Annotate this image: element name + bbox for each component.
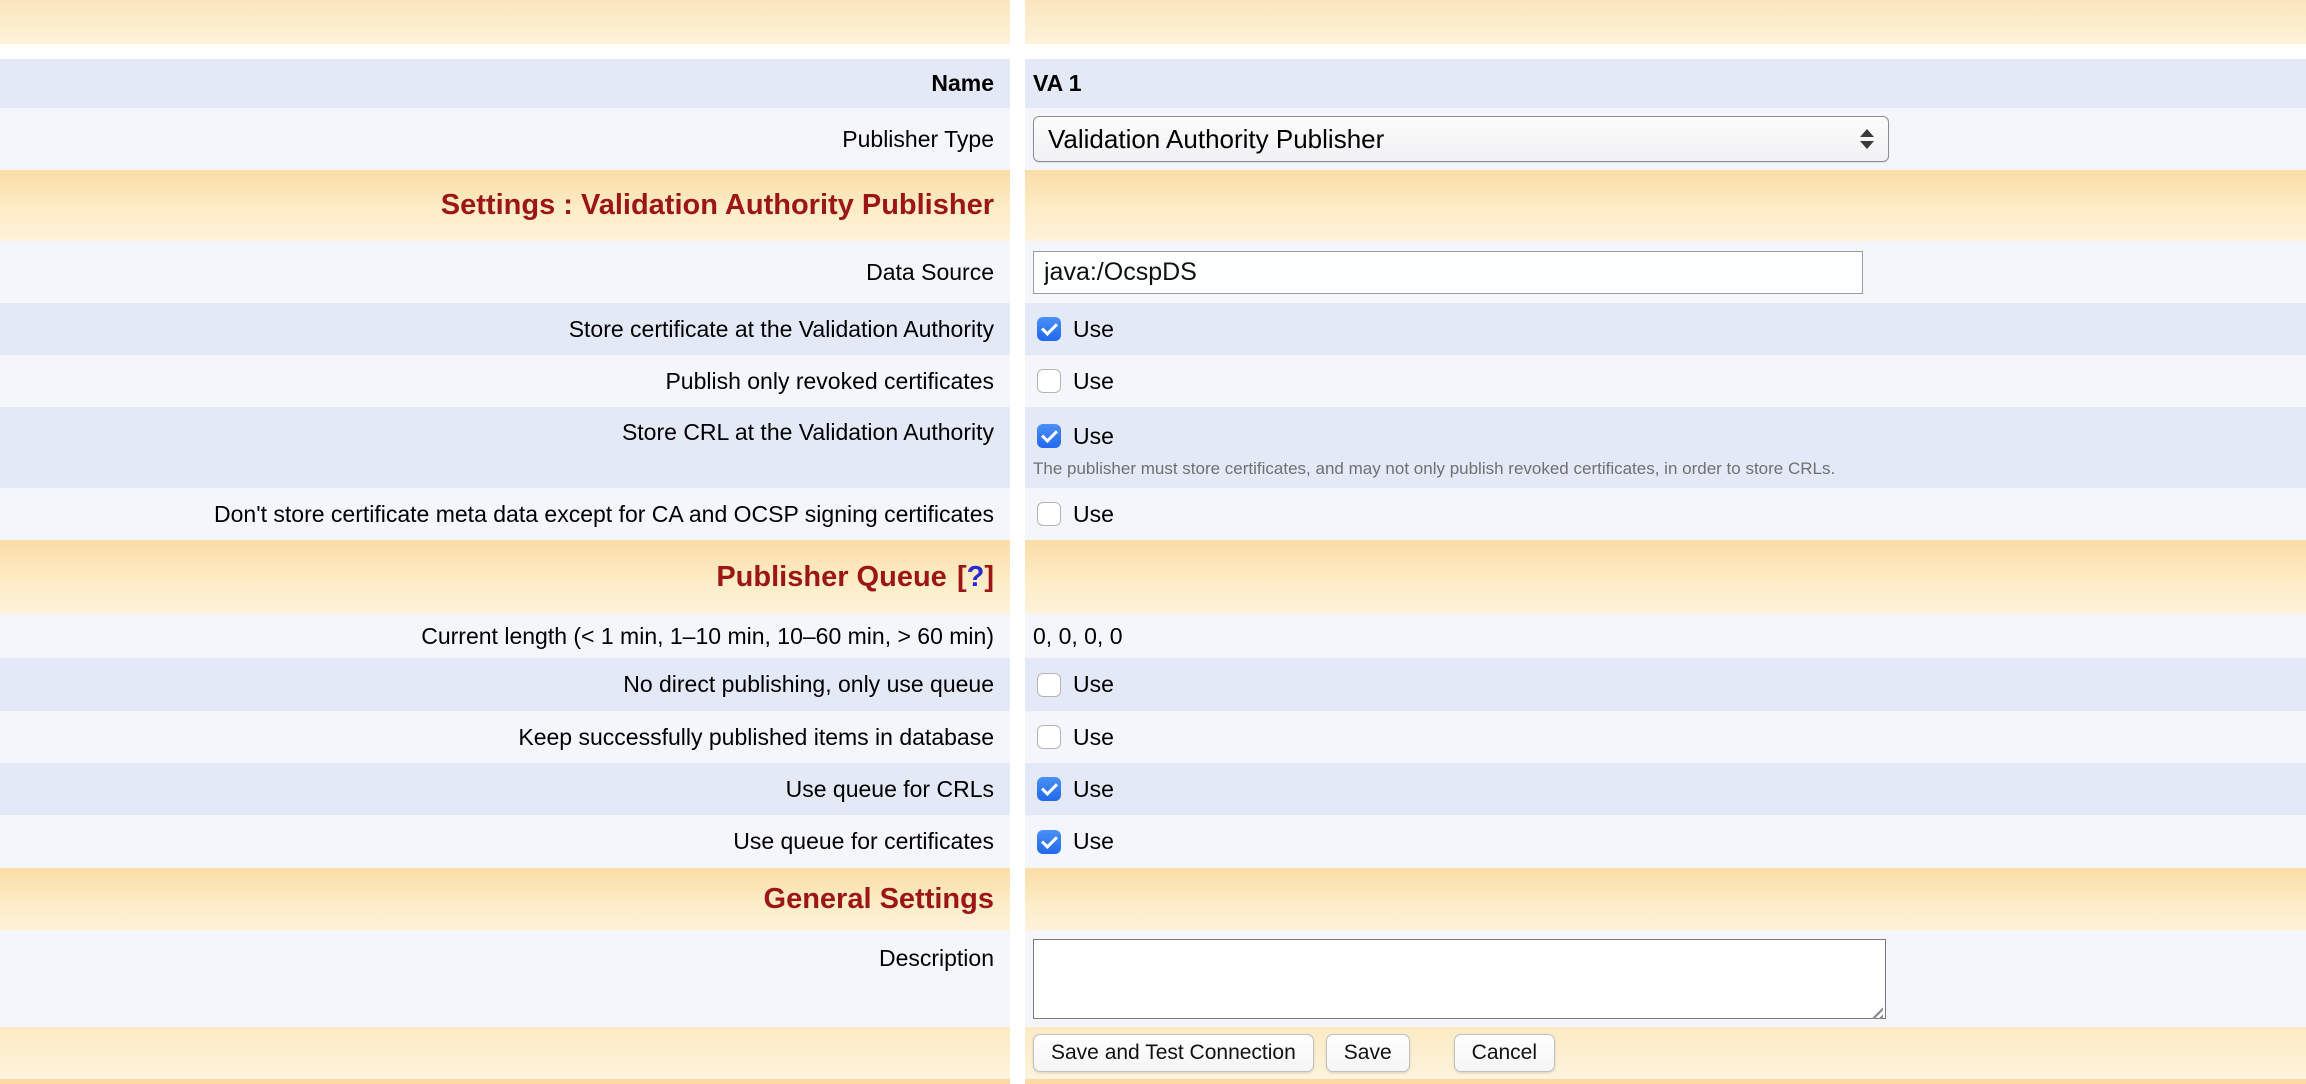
publisher-queue-header-right (1025, 540, 2306, 614)
use-queue-certificates-use-checkbox[interactable] (1037, 830, 1061, 854)
top-band-left (0, 0, 1010, 44)
row-buttons: Save and Test Connection Save Cancel (0, 1027, 2306, 1079)
row-no-direct-publishing: No direct publishing, only use queue Use (0, 658, 2306, 711)
publisher-edit-page: Name VA 1 Publisher Type Validation Auth… (0, 0, 2306, 1084)
help-bracket-close: ] (984, 561, 994, 594)
row-keep-published-items: Keep successfully published items in dat… (0, 711, 2306, 763)
use-queue-certificates-label: Use queue for certificates (0, 815, 1010, 868)
use-queue-crls-label: Use queue for CRLs (0, 763, 1010, 815)
store-certificate-label: Store certificate at the Validation Auth… (0, 303, 1010, 355)
general-settings-header-right (1025, 868, 2306, 931)
store-certificate-use-checkbox[interactable] (1037, 317, 1061, 341)
no-direct-publishing-use-label: Use (1073, 671, 1114, 698)
top-band (0, 0, 2306, 44)
name-value: VA 1 (1025, 59, 2306, 108)
data-source-input[interactable] (1033, 251, 1863, 294)
general-settings-section-title: General Settings (0, 868, 1010, 931)
description-label: Description (0, 931, 1010, 1027)
store-crl-hint: The publisher must store certificates, a… (1033, 459, 1835, 479)
help-bracket-open: [ (957, 561, 967, 594)
row-use-queue-crls: Use queue for CRLs Use (0, 763, 2306, 815)
keep-published-items-label: Keep successfully published items in dat… (0, 711, 1010, 763)
use-queue-certificates-use-label: Use (1073, 828, 1114, 855)
store-crl-use-label: Use (1073, 423, 1114, 450)
row-dont-store-meta: Don't store certificate meta data except… (0, 488, 2306, 540)
use-queue-crls-use-label: Use (1073, 776, 1114, 803)
bottom-band-right (1025, 1079, 2306, 1084)
publisher-queue-help-link[interactable]: ? (967, 561, 985, 594)
publisher-type-label: Publisher Type (0, 108, 1010, 170)
publish-only-revoked-label: Publish only revoked certificates (0, 355, 1010, 407)
publisher-type-selected-value: Validation Authority Publisher (1048, 124, 1384, 155)
row-description: Description (0, 931, 2306, 1027)
save-button[interactable]: Save (1326, 1034, 1410, 1072)
settings-section-header-right (1025, 170, 2306, 241)
bottom-band-left (0, 1079, 1010, 1084)
publisher-type-select[interactable]: Validation Authority Publisher (1033, 116, 1889, 162)
no-direct-publishing-label: No direct publishing, only use queue (0, 658, 1010, 711)
section-header-settings: Settings : Validation Authority Publishe… (0, 170, 2306, 241)
row-store-certificate: Store certificate at the Validation Auth… (0, 303, 2306, 355)
store-crl-use-checkbox[interactable] (1037, 424, 1061, 448)
buttons-row-left (0, 1027, 1010, 1079)
section-header-publisher-queue: Publisher Queue [?] (0, 540, 2306, 614)
publish-only-revoked-use-label: Use (1073, 368, 1114, 395)
row-publish-only-revoked: Publish only revoked certificates Use (0, 355, 2306, 407)
current-length-label: Current length (< 1 min, 1–10 min, 10–60… (0, 614, 1010, 658)
data-source-label: Data Source (0, 241, 1010, 303)
bottom-band (0, 1079, 2306, 1084)
row-name: Name VA 1 (0, 59, 2306, 108)
no-direct-publishing-use-checkbox[interactable] (1037, 673, 1061, 697)
current-length-value: 0, 0, 0, 0 (1025, 614, 2306, 658)
keep-published-items-use-checkbox[interactable] (1037, 725, 1061, 749)
cancel-button[interactable]: Cancel (1454, 1034, 1555, 1072)
top-band-right (1025, 0, 2306, 44)
store-certificate-use-label: Use (1073, 316, 1114, 343)
row-store-crl: Store CRL at the Validation Authority Us… (0, 407, 2306, 488)
row-current-length: Current length (< 1 min, 1–10 min, 10–60… (0, 614, 2306, 658)
store-crl-label: Store CRL at the Validation Authority (0, 407, 1010, 488)
row-publisher-type: Publisher Type Validation Authority Publ… (0, 108, 2306, 170)
dont-store-meta-use-checkbox[interactable] (1037, 502, 1061, 526)
section-header-general-settings: General Settings (0, 868, 2306, 931)
select-arrows-icon (1860, 129, 1874, 149)
publisher-queue-section-title: Publisher Queue (716, 561, 946, 594)
save-and-test-connection-button[interactable]: Save and Test Connection (1033, 1034, 1314, 1072)
keep-published-items-use-label: Use (1073, 724, 1114, 751)
row-use-queue-certificates: Use queue for certificates Use (0, 815, 2306, 868)
dont-store-meta-label: Don't store certificate meta data except… (0, 488, 1010, 540)
row-data-source: Data Source (0, 241, 2306, 303)
use-queue-crls-use-checkbox[interactable] (1037, 777, 1061, 801)
dont-store-meta-use-label: Use (1073, 501, 1114, 528)
publish-only-revoked-use-checkbox[interactable] (1037, 369, 1061, 393)
name-label: Name (0, 59, 1010, 108)
description-textarea[interactable] (1033, 939, 1886, 1019)
settings-section-title: Settings : Validation Authority Publishe… (0, 170, 1010, 241)
